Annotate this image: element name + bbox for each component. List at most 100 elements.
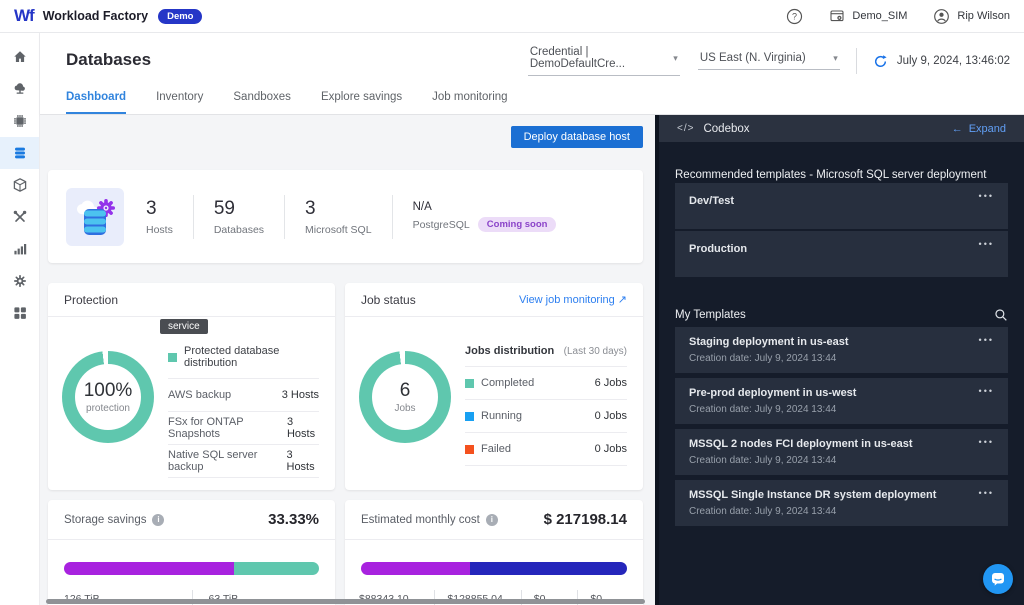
account-menu[interactable]: Demo_SIM bbox=[829, 8, 907, 24]
sidebar-item-databases[interactable] bbox=[0, 137, 39, 169]
recommended-template-dev-test[interactable]: Dev/Test ••• bbox=[675, 183, 1008, 229]
monthly-cost-value: $ 217198.14 bbox=[544, 511, 627, 528]
sidebar-item-settings[interactable] bbox=[0, 265, 39, 297]
protection-percent: 100% bbox=[84, 380, 133, 402]
postgres-stat: N/A PostgreSQL Coming soon bbox=[413, 201, 557, 232]
template-menu-button[interactable]: ••• bbox=[979, 239, 994, 249]
view-job-monitoring-link[interactable]: View job monitoring ↗ bbox=[519, 293, 627, 306]
summary-stats-card: 3 Hosts 59 Databases 3 Microsoft SQL bbox=[48, 170, 643, 263]
jobs-row-running: Running 0 Jobs bbox=[465, 400, 627, 433]
cost-bar-segment-2 bbox=[470, 562, 627, 575]
demo-badge: Demo bbox=[158, 9, 202, 24]
template-item-mssql-fci-us-east[interactable]: MSSQL 2 nodes FCI deployment in us-east … bbox=[675, 429, 1008, 475]
database-cloud-illustration-icon bbox=[66, 188, 124, 246]
sidebar-item-home[interactable] bbox=[0, 41, 39, 73]
running-swatch-icon bbox=[465, 412, 474, 421]
job-status-card-title: Job status bbox=[361, 293, 416, 307]
header-divider bbox=[856, 48, 857, 74]
codebox-expand-button[interactable]: ← Expand bbox=[952, 123, 1006, 135]
user-avatar-icon bbox=[933, 8, 950, 25]
home-icon bbox=[12, 49, 28, 65]
brand-title: Workload Factory bbox=[43, 9, 148, 23]
protection-row-native-sql-backup: Native SQL server backup 3 Hosts bbox=[168, 445, 319, 478]
cube-icon bbox=[12, 177, 28, 193]
recommended-template-production[interactable]: Production ••• bbox=[675, 231, 1008, 277]
job-status-card: Job status View job monitoring ↗ 6 Jobs bbox=[345, 283, 643, 490]
protection-donut-chart: 100% protection bbox=[62, 351, 154, 443]
last-refresh-timestamp: July 9, 2024, 13:46:02 bbox=[897, 55, 1010, 67]
monthly-cost-title: Estimated monthly cost bbox=[361, 514, 480, 526]
sidebar-item-analytics[interactable] bbox=[0, 233, 39, 265]
monthly-cost-card: Estimated monthly cost i $ 217198.14 $88… bbox=[345, 500, 643, 605]
template-menu-button[interactable]: ••• bbox=[979, 386, 994, 396]
info-icon[interactable]: i bbox=[486, 514, 498, 526]
bar-chart-icon bbox=[12, 241, 28, 257]
region-select-value: US East (N. Virginia) bbox=[700, 52, 806, 64]
codebox-panel: </> Codebox ← Expand Recommended templat… bbox=[655, 115, 1024, 605]
gear-icon bbox=[12, 273, 28, 289]
left-nav-sidebar bbox=[0, 33, 40, 605]
tab-dashboard[interactable]: Dashboard bbox=[66, 91, 126, 114]
tab-explore-savings[interactable]: Explore savings bbox=[321, 91, 402, 114]
service-tooltip: service bbox=[160, 319, 208, 334]
monthly-cost-bar bbox=[361, 562, 627, 575]
account-console-icon bbox=[829, 8, 845, 24]
coming-soon-badge: Coming soon bbox=[478, 217, 557, 232]
grid-blocks-icon bbox=[12, 305, 28, 321]
user-label: Rip Wilson bbox=[957, 10, 1010, 22]
hosts-stat: 3 Hosts bbox=[146, 198, 173, 236]
chat-icon bbox=[990, 571, 1006, 587]
template-menu-button[interactable]: ••• bbox=[979, 191, 994, 201]
hosts-count: 3 bbox=[146, 198, 173, 220]
sidebar-item-cloud-services[interactable] bbox=[0, 73, 39, 105]
info-icon[interactable]: i bbox=[152, 514, 164, 526]
database-icon bbox=[12, 145, 28, 161]
user-menu[interactable]: Rip Wilson bbox=[933, 8, 1010, 25]
template-item-preprod-us-west[interactable]: Pre-prod deployment in us-west Creation … bbox=[675, 378, 1008, 424]
template-item-staging-us-east[interactable]: Staging deployment in us-east Creation d… bbox=[675, 327, 1008, 373]
horizontal-scrollbar[interactable] bbox=[46, 599, 645, 604]
region-select[interactable]: US East (N. Virginia) ▾ bbox=[698, 52, 840, 70]
refresh-icon bbox=[873, 54, 888, 69]
chat-widget-button[interactable] bbox=[983, 564, 1013, 594]
completed-swatch-icon bbox=[465, 379, 474, 388]
template-menu-button[interactable]: ••• bbox=[979, 437, 994, 447]
chevron-down-icon: ▾ bbox=[673, 53, 678, 64]
deploy-database-host-button[interactable]: Deploy database host bbox=[511, 126, 643, 148]
sidebar-item-compute[interactable] bbox=[0, 105, 39, 137]
storage-savings-title: Storage savings bbox=[64, 514, 146, 526]
jobs-distribution-period: (Last 30 days) bbox=[564, 346, 627, 357]
svg-text:?: ? bbox=[792, 11, 797, 21]
chip-icon bbox=[12, 113, 28, 129]
protected-distribution-swatch-icon bbox=[168, 353, 177, 362]
help-button[interactable]: ? bbox=[786, 8, 803, 25]
storage-savings-card: Storage savings i 33.33% 126 TiB 63 TiB bbox=[48, 500, 335, 605]
storage-bar-segment-physical bbox=[234, 562, 319, 575]
mssql-count: 3 bbox=[305, 198, 372, 220]
help-icon: ? bbox=[786, 8, 803, 25]
protection-row-fsx-snapshots: FSx for ONTAP Snapshots 3 Hosts bbox=[168, 412, 319, 445]
dashboard-content: Deploy database host bbox=[40, 115, 655, 605]
template-menu-button[interactable]: ••• bbox=[979, 488, 994, 498]
sidebar-item-containers[interactable] bbox=[0, 169, 39, 201]
codebox-header: </> Codebox ← Expand bbox=[659, 115, 1024, 142]
search-icon bbox=[994, 308, 1008, 322]
jobs-row-failed: Failed 0 Jobs bbox=[465, 433, 627, 466]
tab-job-monitoring[interactable]: Job monitoring bbox=[432, 91, 507, 114]
left-arrow-icon: ← bbox=[952, 123, 963, 135]
refresh-button[interactable] bbox=[873, 54, 888, 69]
external-link-icon: ↗ bbox=[618, 293, 627, 306]
jobs-distribution-title: Jobs distribution bbox=[465, 345, 554, 357]
templates-search-button[interactable] bbox=[994, 308, 1008, 322]
tab-inventory[interactable]: Inventory bbox=[156, 91, 203, 114]
template-item-mssql-dr-system[interactable]: MSSQL Single Instance DR system deployme… bbox=[675, 480, 1008, 526]
sidebar-item-apps[interactable] bbox=[0, 297, 39, 329]
sidebar-item-tools[interactable] bbox=[0, 201, 39, 233]
storage-savings-value: 33.33% bbox=[268, 511, 319, 528]
tab-sandboxes[interactable]: Sandboxes bbox=[233, 91, 291, 114]
protection-card: Protection 100% protection service bbox=[48, 283, 335, 490]
credential-select[interactable]: Credential | DemoDefaultCre... ▾ bbox=[528, 46, 680, 76]
code-icon: </> bbox=[677, 123, 694, 134]
template-menu-button[interactable]: ••• bbox=[979, 335, 994, 345]
page-header: Databases Credential | DemoDefaultCre...… bbox=[40, 33, 1024, 115]
